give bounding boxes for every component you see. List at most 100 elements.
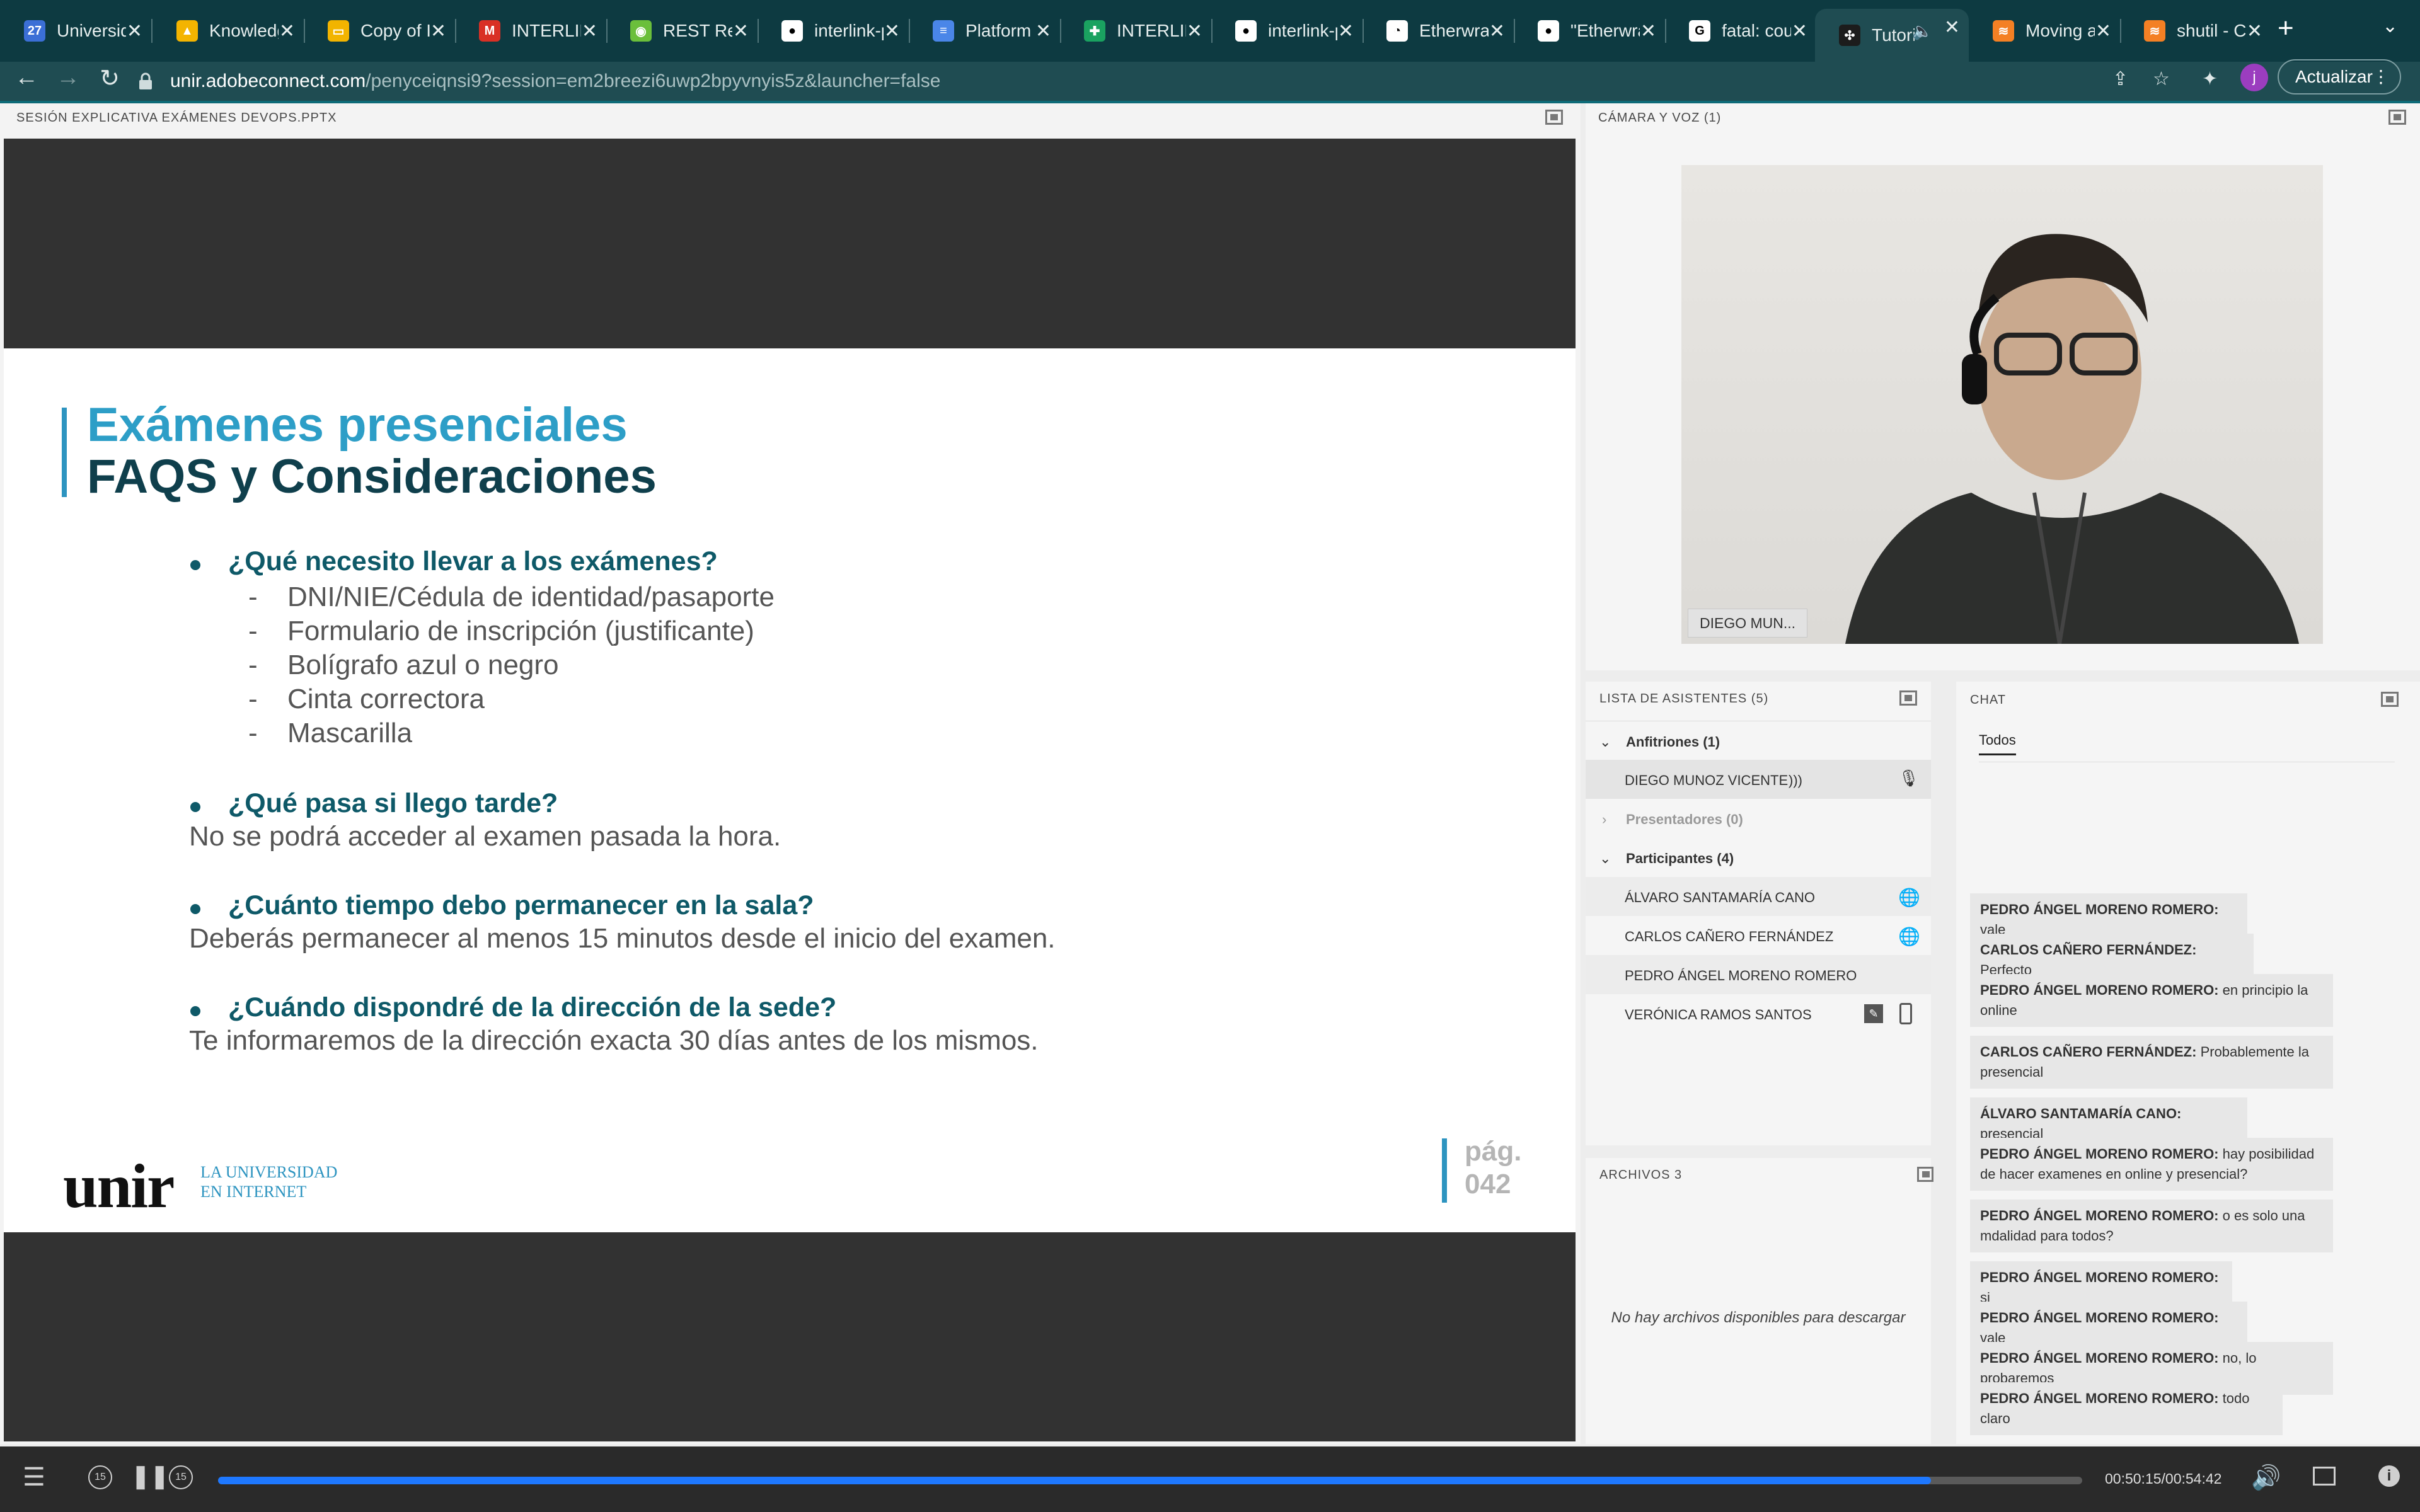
title-accent-bar xyxy=(62,408,67,497)
chat-message: CARLOS CAÑERO FERNÁNDEZ: Probablemente l… xyxy=(1970,1036,2333,1089)
bullet-dot xyxy=(190,1006,200,1016)
attendee-row[interactable]: PEDRO ÁNGEL MORENO ROMERO xyxy=(1586,955,1931,994)
browser-tab[interactable]: ● interlink-p ✕ xyxy=(758,13,910,49)
tab-close-icon[interactable]: ✕ xyxy=(884,20,900,42)
browser-tab[interactable]: ✣ Tutoria ✕ 🔈 xyxy=(1815,9,1969,62)
forward-arrow-icon[interactable]: → xyxy=(50,64,86,91)
browser-tab[interactable]: ● interlink-p ✕ xyxy=(1211,13,1364,49)
attendee-name: DIEGO MUNOZ VICENTE xyxy=(1625,772,1789,788)
tab-title: INTERLINK xyxy=(512,21,581,40)
tab-title: Universidad xyxy=(57,21,126,40)
participants-group-header[interactable]: ⌄ Participantes (4) xyxy=(1586,838,1931,877)
tab-close-icon[interactable]: ✕ xyxy=(279,20,295,42)
menu-kebab-icon[interactable]: ⋮ xyxy=(2372,60,2390,93)
chat-tab-everyone[interactable]: Todos xyxy=(1979,732,2016,755)
page-label: pág. xyxy=(1465,1136,1522,1167)
answer-3: Deberás permanecer al menos 15 minutos d… xyxy=(189,923,1056,954)
answer-2: No se podrá acceder al examen pasada la … xyxy=(189,821,781,852)
browser-tab[interactable]: 27 Universidad✕ xyxy=(0,13,153,49)
tab-close-icon[interactable]: ✕ xyxy=(430,20,446,42)
maximize-icon[interactable] xyxy=(2388,110,2406,125)
tab-title: interlink-p xyxy=(1268,21,1337,40)
browser-tab[interactable]: ≋ shutil - C ✕ xyxy=(2120,13,2271,49)
forward-15-icon[interactable]: 15 xyxy=(169,1465,193,1489)
tab-favicon-icon: ✣ xyxy=(1839,25,1860,46)
fullscreen-icon[interactable] xyxy=(2313,1467,2336,1486)
participants-label: Participantes (4) xyxy=(1626,850,1734,866)
info-icon[interactable]: i xyxy=(2378,1465,2400,1487)
reload-icon[interactable]: ↻ xyxy=(92,64,127,93)
address-bar[interactable]: unir.adobeconnect.com/penyceiqnsi9?sessi… xyxy=(137,67,2267,96)
browser-tab[interactable]: ▲ Knowledge✕ xyxy=(153,13,305,49)
back-arrow-icon[interactable]: ← xyxy=(9,64,44,91)
share-icon[interactable]: ⇪ xyxy=(2112,68,2128,90)
files-pod-title: ARCHIVOS 3 xyxy=(1599,1168,1683,1182)
tab-search-chevron-icon[interactable]: ⌄ xyxy=(2382,15,2398,37)
volume-icon[interactable]: 🔊 xyxy=(2251,1464,2281,1492)
url-text: unir.adobeconnect.com/penyceiqnsi9?sessi… xyxy=(170,71,940,92)
update-button[interactable]: Actualizar ⋮ xyxy=(2278,59,2401,94)
tab-close-icon[interactable]: ✕ xyxy=(1792,20,1807,42)
presenters-group-header[interactable]: › Presentadores (0) xyxy=(1586,799,1931,838)
extensions-puzzle-icon[interactable]: ✦ xyxy=(2202,68,2218,90)
pause-icon[interactable]: ❚❚ xyxy=(131,1463,169,1489)
maximize-icon[interactable] xyxy=(1545,110,1563,125)
tab-title: REST Res xyxy=(663,21,732,40)
tab-close-icon[interactable]: ✕ xyxy=(1338,20,1354,42)
browser-tab[interactable]: ✚ INTERLINK✕ xyxy=(1060,13,1213,49)
progress-slider[interactable] xyxy=(218,1477,2082,1484)
browser-tab[interactable]: Gfatal: cou ✕ xyxy=(1665,13,1816,49)
browser-tab[interactable]: ● "Etherwra ✕ xyxy=(1514,13,1666,49)
tab-favicon-icon: 27 xyxy=(24,20,45,42)
browser-tab[interactable]: ◔ Etherwrap✕ xyxy=(1363,13,1515,49)
attendee-row-host[interactable]: DIEGO MUNOZ VICENTE ))) 🎙 xyxy=(1586,760,1931,799)
tab-close-icon[interactable]: ✕ xyxy=(2247,20,2262,42)
rewind-15-icon[interactable]: 15 xyxy=(88,1465,112,1489)
tab-close-icon[interactable]: ✕ xyxy=(1944,16,1960,38)
tab-favicon-icon: ● xyxy=(1538,20,1559,42)
browser-tab[interactable]: ≡ Platform ✕ xyxy=(909,13,1061,49)
maximize-icon[interactable] xyxy=(2381,692,2399,707)
attendee-row[interactable]: VERÓNICA RAMOS SANTOS ✎ xyxy=(1586,994,1931,1033)
tab-close-icon[interactable]: ✕ xyxy=(1640,20,1656,42)
item-dash: - xyxy=(248,616,258,646)
tab-close-icon[interactable]: ✕ xyxy=(1035,20,1051,42)
chat-message: PEDRO ÁNGEL MORENO ROMERO: hay posibilid… xyxy=(1970,1138,2333,1191)
bookmark-star-icon[interactable]: ☆ xyxy=(2153,68,2170,90)
tab-favicon-icon: ● xyxy=(1235,20,1257,42)
tab-title: fatal: cou xyxy=(1722,21,1791,40)
tab-close-icon[interactable]: ✕ xyxy=(1489,20,1505,42)
slide-subtitle: FAQS y Consideraciones xyxy=(87,450,657,503)
chevron-right-icon: › xyxy=(1602,811,1607,827)
tab-close-icon[interactable]: ✕ xyxy=(582,20,597,42)
chat-author: PEDRO ÁNGEL MORENO ROMERO: xyxy=(1980,1390,2219,1406)
tab-close-icon[interactable]: ✕ xyxy=(127,20,142,42)
browser-tab[interactable]: M INTERLINK✕ xyxy=(455,13,608,49)
menu-hamburger-icon[interactable]: ☰ xyxy=(23,1463,45,1492)
tab-audio-icon[interactable]: 🔈 xyxy=(1912,21,1932,41)
tab-title: Etherwrap xyxy=(1419,21,1489,40)
mobile-icon xyxy=(1899,1003,1912,1024)
tab-favicon-icon: G xyxy=(1689,20,1710,42)
attendee-row[interactable]: ÁLVARO SANTAMARÍA CANO 🌐 xyxy=(1586,877,1931,916)
tab-close-icon[interactable]: ✕ xyxy=(2095,20,2111,42)
attendee-row[interactable]: CARLOS CAÑERO FERNÁNDEZ 🌐 xyxy=(1586,916,1931,955)
hosts-group-header[interactable]: ⌄ Anfitriones (1) xyxy=(1586,721,1931,760)
chat-message: PEDRO ÁNGEL MORENO ROMERO: o es solo una… xyxy=(1970,1200,2333,1252)
tab-close-icon[interactable]: ✕ xyxy=(1187,20,1202,42)
chat-pod-title: CHAT xyxy=(1970,693,2006,707)
tab-close-icon[interactable]: ✕ xyxy=(733,20,749,42)
microphone-icon[interactable]: 🎙 xyxy=(1898,769,1919,788)
maximize-icon[interactable] xyxy=(1899,690,1917,706)
url-host: unir.adobeconnect.com xyxy=(170,71,366,91)
required-item: DNI/NIE/Cédula de identidad/pasaporte xyxy=(287,581,775,612)
webcam-video[interactable]: DIEGO MUN... xyxy=(1681,165,2323,644)
chat-author: PEDRO ÁNGEL MORENO ROMERO: xyxy=(1980,1208,2219,1223)
browser-tab[interactable]: ▭ Copy of ID✕ xyxy=(304,13,456,49)
maximize-icon[interactable] xyxy=(1917,1167,1933,1182)
new-tab-button[interactable]: + xyxy=(2278,13,2294,44)
question-3: ¿Cuánto tiempo debo permanecer en la sal… xyxy=(228,890,814,920)
browser-tab[interactable]: ≋ Moving al ✕ xyxy=(1969,13,2121,49)
browser-tab[interactable]: ◉ REST Res✕ xyxy=(606,13,759,49)
profile-avatar[interactable]: j xyxy=(2240,64,2268,91)
